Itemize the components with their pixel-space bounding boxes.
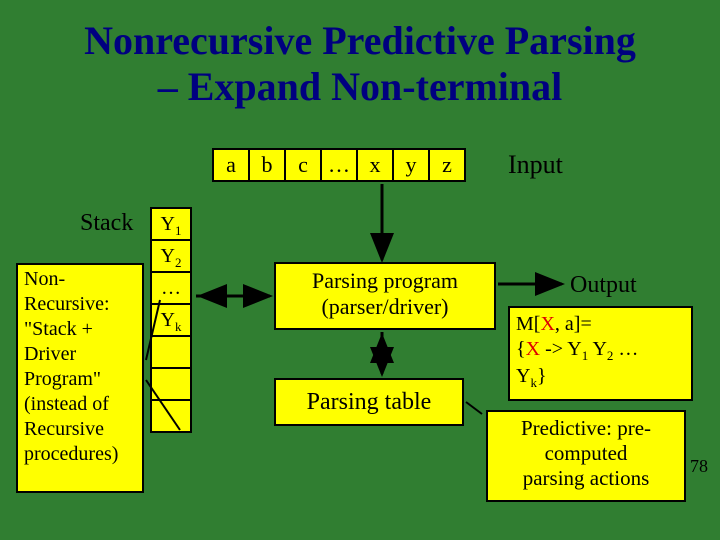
stack-cell: Y1: [150, 207, 192, 241]
parsing-program-box: Parsing program (parser/driver): [274, 262, 496, 330]
stack-cell: Y2: [150, 239, 192, 273]
stack-cell: [150, 367, 192, 401]
input-cell: c: [284, 148, 322, 182]
input-tape: abc…xyz: [214, 148, 466, 182]
stack-cell: [150, 399, 192, 433]
stack-cell: …: [150, 271, 192, 305]
predictive-box: Predictive: pre- computed parsing action…: [486, 410, 686, 502]
input-cell: a: [212, 148, 250, 182]
slide-number: 78: [690, 456, 708, 477]
stack-cell: [150, 335, 192, 369]
input-label: Input: [508, 150, 563, 180]
input-cell: b: [248, 148, 286, 182]
input-cell: y: [392, 148, 430, 182]
input-cell: z: [428, 148, 466, 182]
stack-label: Stack: [80, 210, 133, 237]
input-cell: …: [320, 148, 358, 182]
input-cell: x: [356, 148, 394, 182]
output-label: Output: [570, 272, 637, 299]
slide-title: Nonrecursive Predictive Parsing – Expand…: [0, 0, 720, 110]
stack-cell: Yk: [150, 303, 192, 337]
nonrecursive-box: Non- Recursive: "Stack + Driver Program"…: [16, 263, 144, 493]
parsing-table-box: Parsing table: [274, 378, 464, 426]
mxa-box: M[X, a]= {X -> Y1 Y2 … Yk}: [508, 306, 693, 401]
stack: Y1Y2…Yk: [150, 209, 192, 433]
